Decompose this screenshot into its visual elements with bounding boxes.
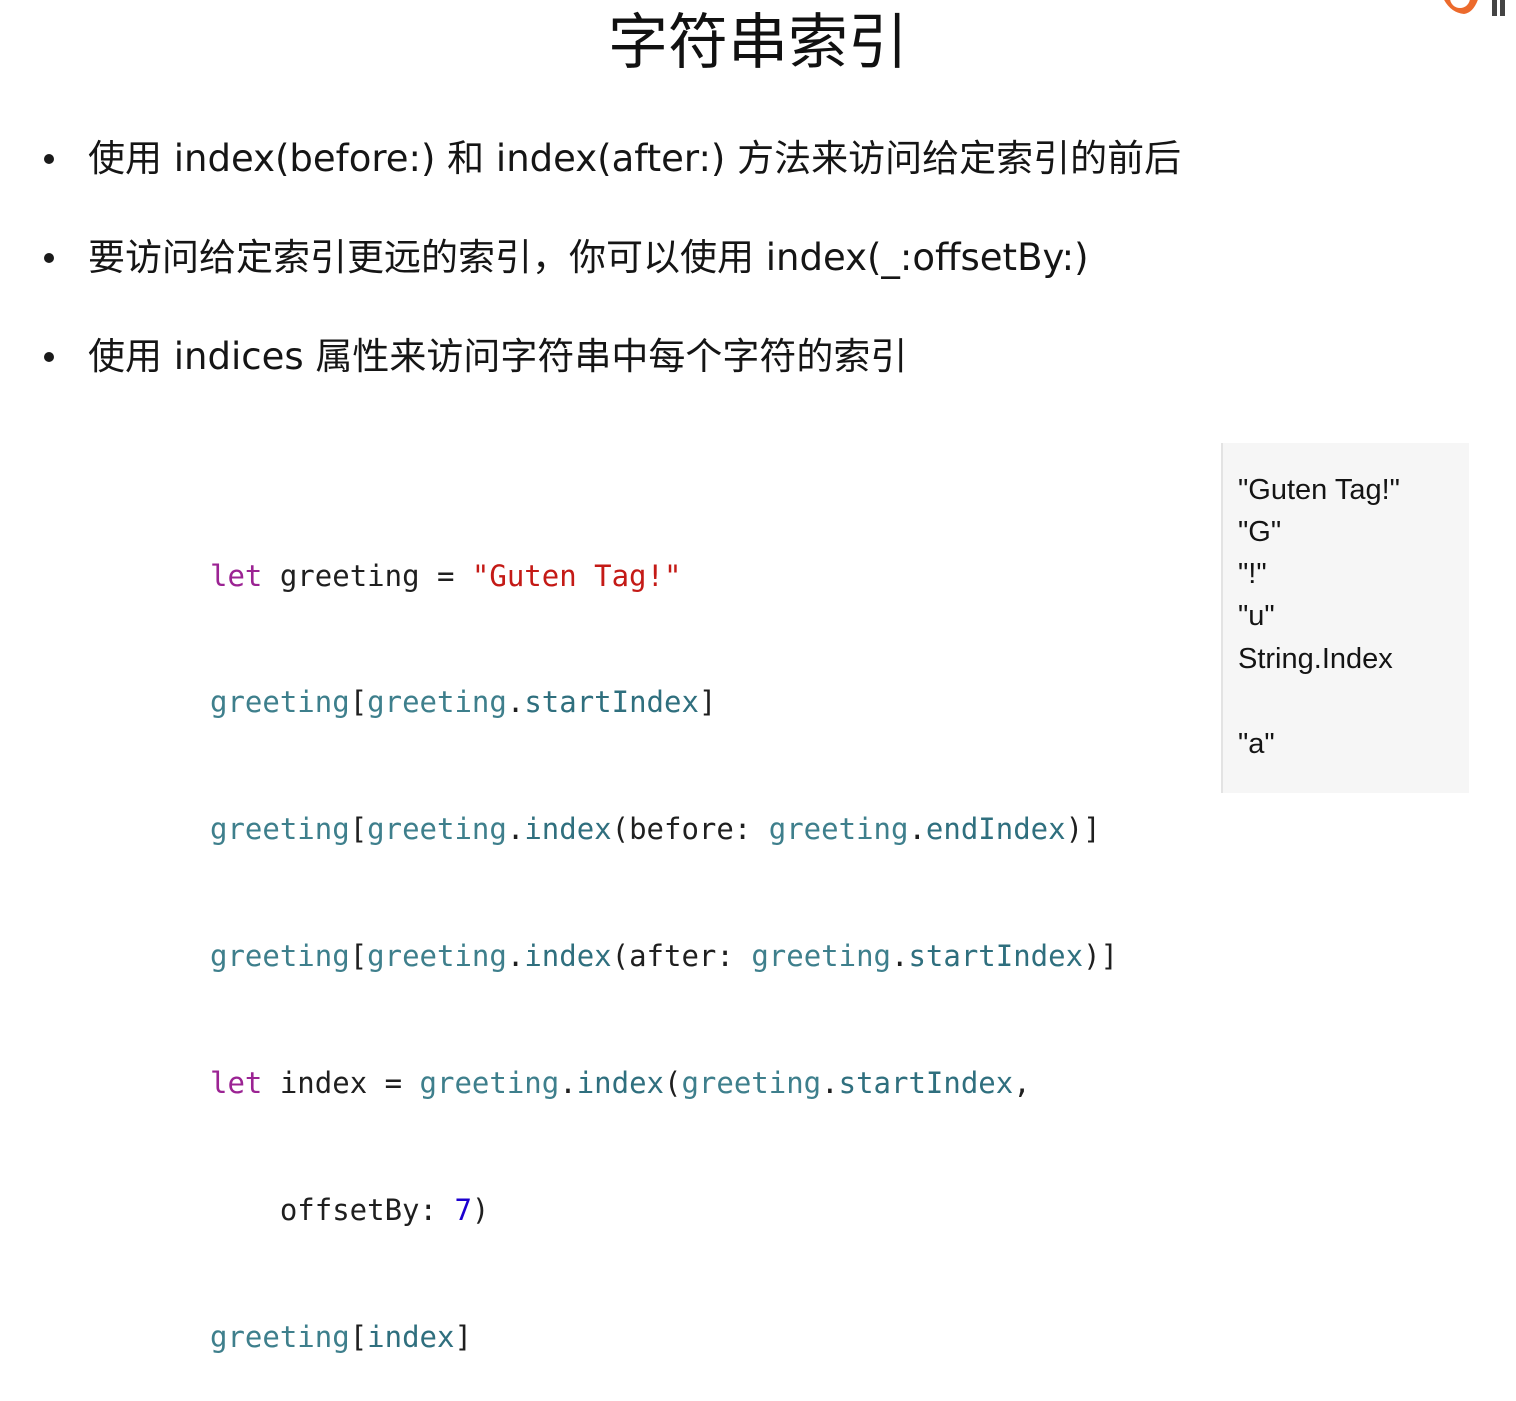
code-text: . — [559, 1066, 577, 1101]
code-line: greeting[index] — [210, 1316, 1118, 1358]
code-text: ] — [454, 1319, 472, 1354]
code-line: greeting[greeting.startIndex] — [210, 681, 1118, 723]
code-member: startIndex — [908, 939, 1084, 974]
code-member: endIndex — [925, 812, 1066, 847]
bullet-text: 使用 indices 属性来访问字符串中每个字符的索引 — [88, 335, 908, 378]
code-keyword: let — [210, 558, 263, 593]
code-text: offsetBy: — [210, 1193, 455, 1228]
result-value: "!" — [1238, 558, 1267, 590]
code-identifier: greeting — [210, 685, 350, 720]
code-block: let greeting = "Guten Tag!" greeting[gre… — [210, 470, 1118, 1401]
result-value: "G" — [1238, 516, 1282, 548]
code-identifier: greeting — [210, 812, 350, 847]
code-member: startIndex — [838, 1066, 1014, 1101]
code-text: (after: — [611, 939, 752, 974]
result-value: "u" — [1238, 600, 1275, 632]
slide-title: 字符串索引 — [608, 8, 908, 78]
code-text: [ — [349, 812, 368, 847]
code-text: [ — [349, 1319, 368, 1354]
code-text: ) — [471, 1193, 490, 1228]
code-member: index — [524, 939, 612, 974]
bullet-text: 要访问给定索引更远的索引，你可以使用 index(_:offsetBy:) — [88, 236, 1089, 279]
code-identifier: greeting — [210, 1319, 350, 1354]
code-keyword: let — [210, 1066, 263, 1101]
code-text: , — [1013, 1066, 1031, 1101]
code-text: [ — [349, 685, 368, 720]
code-line: offsetBy: 7) — [210, 1189, 1118, 1231]
result-value: "a" — [1238, 728, 1275, 760]
bullet-text: 使用 index(before:) 和 index(after:) 方法来访问给… — [88, 137, 1182, 180]
brand-logo-icon — [1408, 0, 1508, 22]
code-text: . — [891, 939, 909, 974]
code-text: [ — [349, 939, 368, 974]
code-identifier: greeting — [419, 1066, 560, 1101]
code-identifier: greeting — [367, 685, 507, 720]
code-text: ( — [664, 1066, 682, 1101]
result-value: "Guten Tag!" — [1238, 474, 1400, 506]
code-text: greeting = — [262, 558, 472, 593]
result-value: String.Index — [1238, 643, 1393, 675]
code-number: 7 — [454, 1193, 472, 1228]
code-text: . — [506, 685, 525, 720]
code-member: index — [367, 1319, 455, 1354]
code-text: )] — [1083, 939, 1118, 974]
code-text: )] — [1065, 812, 1101, 847]
code-text: . — [506, 939, 525, 974]
code-text: . — [908, 812, 926, 847]
bullet-dot — [44, 154, 54, 164]
code-identifier: greeting — [681, 1066, 822, 1101]
code-identifier: greeting — [210, 939, 350, 974]
code-identifier: greeting — [367, 939, 507, 974]
code-text: . — [506, 812, 525, 847]
code-text: . — [821, 1066, 839, 1101]
code-text: index = — [262, 1066, 420, 1101]
code-line: greeting[greeting.index(before: greeting… — [210, 808, 1118, 850]
code-line: greeting[greeting.index(after: greeting.… — [210, 935, 1118, 977]
code-member: index — [524, 812, 612, 847]
code-text: (before: — [611, 812, 769, 847]
bullet-dot — [44, 352, 54, 362]
code-line: let greeting = "Guten Tag!" — [210, 555, 1118, 597]
results-sidebar: "Guten Tag!" "G" "!" "u" String.Index "a… — [1221, 443, 1469, 793]
bullet-dot — [44, 253, 54, 263]
code-member: startIndex — [524, 685, 699, 720]
code-string: "Guten Tag!" — [471, 558, 682, 593]
code-text: ] — [698, 685, 717, 720]
code-identifier: greeting — [768, 812, 909, 847]
code-line: let index = greeting.index(greeting.star… — [210, 1062, 1118, 1104]
code-member: index — [576, 1066, 664, 1101]
code-identifier: greeting — [367, 812, 507, 847]
code-identifier: greeting — [751, 939, 891, 974]
